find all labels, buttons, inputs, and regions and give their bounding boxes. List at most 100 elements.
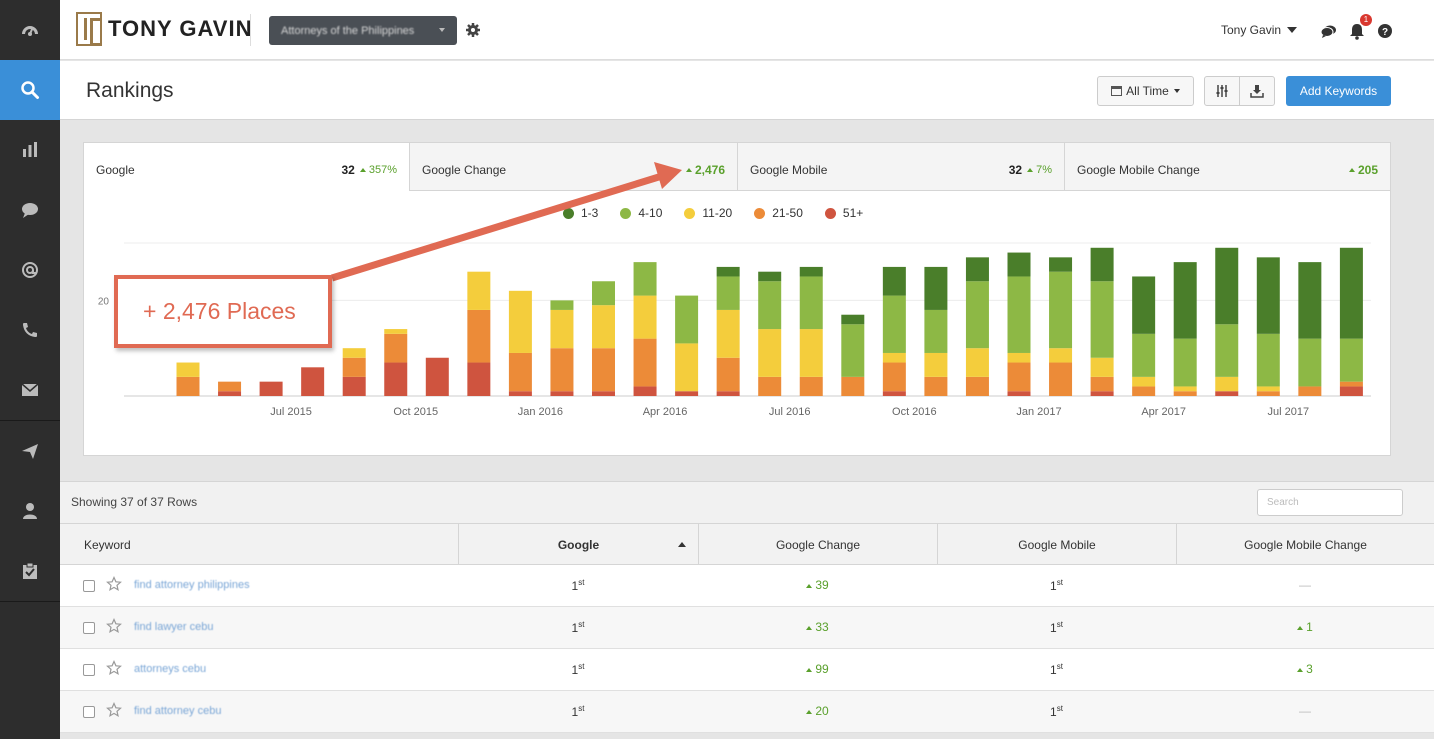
keyword-link[interactable]: find attorney cebu (134, 705, 221, 717)
user-menu[interactable]: Tony Gavin (1221, 23, 1298, 37)
bar-segment[interactable] (384, 362, 408, 396)
bar-segment[interactable] (799, 266, 823, 277)
bar-segment[interactable] (675, 343, 699, 392)
bar-segment[interactable] (1132, 333, 1156, 377)
table-row[interactable]: find attorney philippines 1st 39 1st — (60, 565, 1434, 607)
bar-segment[interactable] (965, 281, 989, 349)
account-select[interactable]: Attorneys of the Philippines (269, 16, 457, 45)
sidebar-item-rankings[interactable] (0, 60, 60, 120)
sidebar-item-dashboard[interactable] (0, 0, 60, 60)
bar-segment[interactable] (799, 329, 823, 377)
sidebar-item-reports[interactable] (0, 120, 60, 180)
column-header-google[interactable]: Google (458, 524, 698, 565)
bar-segment[interactable] (1298, 386, 1322, 396)
bar-segment[interactable] (342, 348, 366, 358)
row-checkbox[interactable] (83, 664, 95, 676)
bar-segment[interactable] (301, 367, 325, 396)
star-icon[interactable] (106, 618, 122, 634)
bar-segment[interactable] (1007, 391, 1031, 396)
bar-segment[interactable] (1298, 338, 1322, 387)
bar-segment[interactable] (758, 376, 782, 396)
bar-segment[interactable] (467, 271, 491, 310)
bar-segment[interactable] (508, 290, 532, 353)
bar-segment[interactable] (1090, 376, 1114, 392)
bar-segment[interactable] (550, 348, 574, 392)
row-checkbox[interactable] (83, 706, 95, 718)
bar-segment[interactable] (758, 281, 782, 330)
bar-segment[interactable] (592, 281, 615, 306)
bar-segment[interactable] (675, 391, 699, 396)
bar-segment[interactable] (924, 376, 948, 396)
bar-segment[interactable] (1256, 386, 1280, 392)
bar-segment[interactable] (633, 338, 657, 387)
bar-segment[interactable] (882, 295, 906, 353)
bar-segment[interactable] (342, 376, 366, 396)
bar-segment[interactable] (1132, 276, 1156, 334)
time-range-dropdown[interactable]: All Time (1097, 76, 1194, 106)
bar-segment[interactable] (716, 357, 740, 392)
bar-segment[interactable] (1090, 357, 1114, 377)
bar-segment[interactable] (384, 333, 408, 363)
bar-segment[interactable] (1132, 386, 1156, 396)
bar-segment[interactable] (716, 309, 740, 358)
bar-segment[interactable] (1215, 376, 1239, 392)
bar-segment[interactable] (1173, 338, 1197, 387)
bar-segment[interactable] (1007, 276, 1031, 353)
bar-segment[interactable] (1256, 333, 1280, 387)
column-header-google-mobile-change[interactable]: Google Mobile Change (1176, 524, 1434, 565)
bar-segment[interactable] (924, 266, 948, 310)
table-row[interactable]: find attorney cebu 1st 20 1st — (60, 691, 1434, 733)
gear-icon[interactable] (465, 22, 481, 38)
messages-icon[interactable] (1320, 22, 1338, 40)
bar-segment[interactable] (218, 391, 242, 396)
bar-segment[interactable] (758, 271, 782, 282)
row-checkbox[interactable] (83, 580, 95, 592)
column-header-keyword[interactable]: Keyword (60, 524, 458, 565)
bar-segment[interactable] (633, 295, 657, 339)
table-row[interactable]: find lawyer cebu 1st 33 1st 1 (60, 607, 1434, 649)
star-icon[interactable] (106, 576, 122, 592)
bar-segment[interactable] (716, 391, 740, 396)
bar-segment[interactable] (176, 362, 200, 377)
sidebar-item-tasks[interactable] (0, 541, 60, 601)
search-input[interactable] (1257, 489, 1403, 516)
star-icon[interactable] (106, 660, 122, 676)
brand-logo[interactable]: TONY GAVIN (76, 12, 252, 46)
bar-segment[interactable] (342, 357, 366, 377)
bar-segment[interactable] (924, 309, 948, 353)
table-row[interactable]: attorneys cebu 1st 99 1st 3 (60, 649, 1434, 691)
sidebar-item-chat[interactable] (0, 180, 60, 240)
bar-segment[interactable] (1215, 391, 1239, 396)
bar-segment[interactable] (1132, 376, 1156, 387)
bar-segment[interactable] (882, 362, 906, 392)
bar-segment[interactable] (1173, 262, 1197, 339)
bar-segment[interactable] (1090, 391, 1114, 396)
sidebar-item-email[interactable] (0, 360, 60, 420)
bar-segment[interactable] (425, 357, 449, 396)
sidebar-item-send[interactable] (0, 421, 60, 481)
bar-segment[interactable] (1049, 348, 1073, 363)
bar-segment[interactable] (259, 381, 283, 396)
bar-segment[interactable] (467, 362, 491, 396)
bar-segment[interactable] (176, 376, 200, 396)
bar-segment[interactable] (1090, 281, 1114, 358)
bar-segment[interactable] (1339, 247, 1363, 339)
bar-segment[interactable] (508, 391, 532, 396)
bar-segment[interactable] (716, 266, 740, 277)
bar-segment[interactable] (1256, 257, 1280, 334)
bar-segment[interactable] (965, 257, 989, 282)
bar-segment[interactable] (1339, 381, 1363, 387)
bar-segment[interactable] (1173, 391, 1197, 396)
bar-segment[interactable] (675, 295, 699, 344)
bar-segment[interactable] (965, 376, 989, 396)
sidebar-item-calls[interactable] (0, 300, 60, 360)
bar-segment[interactable] (841, 324, 865, 377)
bar-segment[interactable] (592, 305, 615, 349)
bar-segment[interactable] (592, 348, 615, 392)
bar-segment[interactable] (1215, 247, 1239, 325)
bar-segment[interactable] (841, 314, 865, 325)
bar-segment[interactable] (550, 300, 574, 310)
sidebar-item-mentions[interactable] (0, 240, 60, 300)
bar-segment[interactable] (1049, 271, 1073, 349)
bar-segment[interactable] (924, 352, 948, 377)
